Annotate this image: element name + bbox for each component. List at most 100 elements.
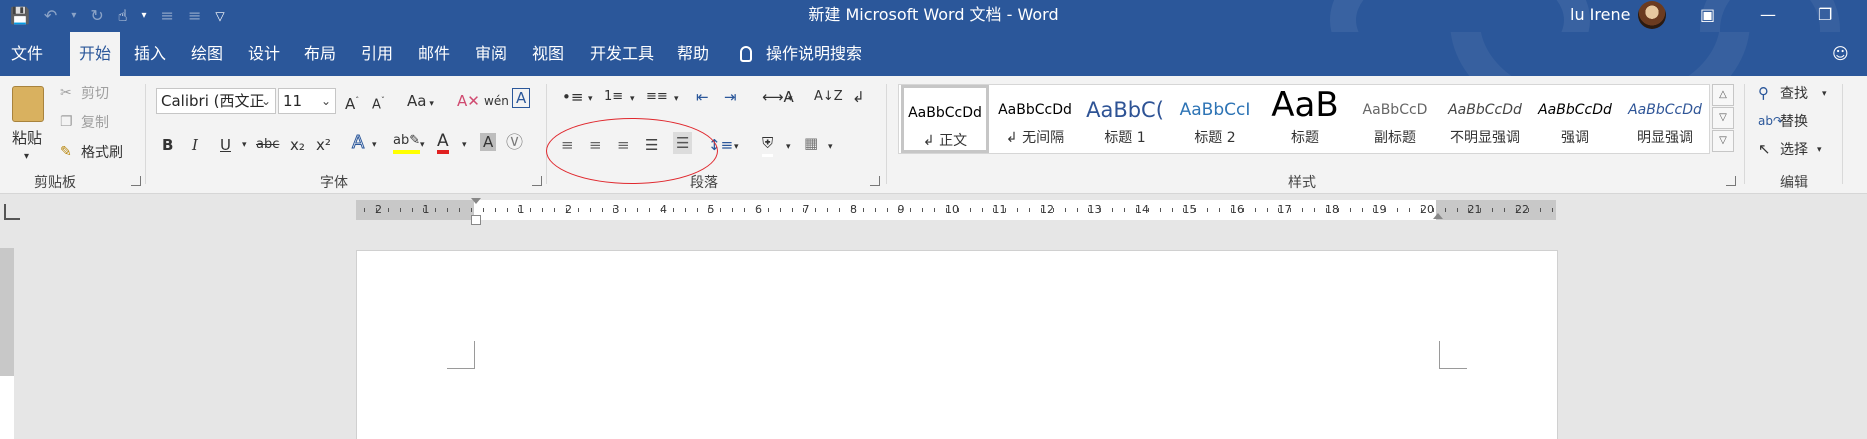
tab-mailings[interactable]: 邮件 <box>415 32 453 76</box>
document-page[interactable] <box>356 250 1558 439</box>
style-emphasis[interactable]: AaBbCcDd 强调 <box>1531 85 1619 153</box>
style-normal[interactable]: AaBbCcDd ↲ 正文 <box>901 85 989 153</box>
restore-icon[interactable]: ❐ <box>1818 4 1832 26</box>
right-indent-marker[interactable] <box>1433 213 1443 219</box>
style-subtle-emphasis[interactable]: AaBbCcDd 不明显强调 <box>1441 85 1529 153</box>
find-dropdown-icon[interactable]: ▾ <box>1822 83 1827 105</box>
shading-dropdown-icon[interactable]: ▾ <box>786 136 791 158</box>
tab-file[interactable]: 文件 <box>8 32 46 76</box>
style-no-spacing[interactable]: AaBbCcDd ↲ 无间隔 <box>991 85 1079 153</box>
ruler-tick <box>1337 208 1339 212</box>
underline-dropdown-icon[interactable]: ▾ <box>242 134 247 156</box>
scroll-down-icon[interactable]: ▽ <box>1712 107 1734 129</box>
clear-formatting-icon[interactable]: A✕ <box>457 90 480 112</box>
tell-me-search[interactable]: 操作说明搜索 <box>740 32 862 76</box>
sort-icon[interactable]: A↓Z <box>814 86 843 108</box>
search-icon[interactable]: ⚲ <box>1758 82 1769 104</box>
phonetic-guide-icon[interactable]: wén <box>484 90 509 112</box>
shading-icon[interactable]: ⛨ <box>762 132 774 157</box>
first-line-indent-marker[interactable] <box>471 198 481 204</box>
character-border-icon[interactable]: A <box>512 88 531 108</box>
bold-button[interactable]: B <box>162 134 173 156</box>
ribbon-display-options-icon[interactable]: ▣ <box>1700 4 1715 26</box>
grow-font-icon[interactable]: Aˆ <box>345 90 359 115</box>
font-color-dropdown-icon[interactable]: ▾ <box>462 134 467 156</box>
line-spacing-dropdown-icon[interactable]: ▾ <box>734 136 739 158</box>
subscript-button[interactable]: x₂ <box>290 134 305 156</box>
tab-selector[interactable] <box>4 204 20 220</box>
highlight-icon[interactable]: ab✎ <box>393 132 421 154</box>
left-indent-marker[interactable] <box>471 215 481 225</box>
tab-help[interactable]: 帮助 <box>674 32 712 76</box>
tab-draw[interactable]: 绘图 <box>188 32 226 76</box>
select-dropdown-icon[interactable]: ▾ <box>1817 139 1822 161</box>
user-name[interactable]: lu Irene <box>1570 4 1630 26</box>
tab-insert[interactable]: 插入 <box>131 32 169 76</box>
select-button[interactable]: 选择 <box>1780 141 1808 159</box>
style-heading-2[interactable]: AaBbCcI 标题 2 <box>1171 85 1259 153</box>
tab-design[interactable]: 设计 <box>245 32 283 76</box>
style-intense-emphasis[interactable]: AaBbCcDd 明显强调 <box>1621 85 1709 153</box>
show-marks-icon[interactable]: ↲ <box>852 86 865 108</box>
font-name-combo[interactable]: Calibri (西文正 ⌄ <box>156 88 276 114</box>
decrease-indent-icon[interactable]: ⇤ <box>696 86 709 108</box>
superscript-button[interactable]: x² <box>316 134 331 156</box>
replace-button[interactable]: 替换 <box>1780 113 1808 131</box>
text-effects-icon[interactable]: A <box>351 132 364 154</box>
tab-references[interactable]: 引用 <box>358 32 396 76</box>
share-button[interactable]: ☺ 共 <box>1832 32 1867 76</box>
text-effects-dropdown-icon[interactable]: ▾ <box>372 134 377 156</box>
style-heading-1[interactable]: AaBbC( 标题 1 <box>1081 85 1169 153</box>
borders-dropdown-icon[interactable]: ▾ <box>828 136 833 158</box>
copy-button[interactable]: 复制 <box>81 114 109 132</box>
format-painter-icon[interactable]: ✎ <box>60 143 72 161</box>
tab-review[interactable]: 审阅 <box>472 32 510 76</box>
multilevel-list-icon[interactable]: ≡≡ <box>646 86 668 108</box>
tab-developer[interactable]: 开发工具 <box>586 32 658 76</box>
style-subtitle[interactable]: AaBbCcD 副标题 <box>1351 85 1439 153</box>
character-shading-icon[interactable]: A <box>480 133 497 151</box>
find-button[interactable]: 查找 <box>1780 85 1808 103</box>
tab-view[interactable]: 视图 <box>529 32 567 76</box>
style-title[interactable]: AaB 标题 <box>1261 85 1349 153</box>
font-launcher-icon[interactable] <box>532 176 542 186</box>
italic-button[interactable]: I <box>192 134 198 156</box>
multilevel-dropdown-icon[interactable]: ▾ <box>674 88 679 110</box>
paste-dropdown-icon[interactable]: ▾ <box>24 148 29 166</box>
increase-indent-icon[interactable]: ⇥ <box>724 86 737 108</box>
scroll-up-icon[interactable]: △ <box>1712 84 1734 106</box>
avatar[interactable] <box>1638 1 1666 29</box>
ruler-tick <box>1444 208 1446 212</box>
borders-icon[interactable]: ▦ <box>804 132 818 154</box>
shrink-font-icon[interactable]: Aˇ <box>372 90 385 116</box>
horizontal-ruler[interactable]: 2 1 1 2 3 4 5 6 7 8 9 10 11 12 13 14 15 16 17 18 19 20 21 22 <box>356 200 1556 220</box>
paragraph-launcher-icon[interactable] <box>870 176 880 186</box>
format-painter-button[interactable]: 格式刷 <box>81 144 123 162</box>
select-icon[interactable]: ↖ <box>1758 138 1771 160</box>
more-styles-icon[interactable]: ▽ <box>1712 130 1734 152</box>
highlight-dropdown-icon[interactable]: ▾ <box>420 134 425 156</box>
strikethrough-button[interactable]: abc <box>256 134 279 156</box>
underline-button[interactable]: U <box>220 134 231 156</box>
paste-icon[interactable] <box>12 86 44 122</box>
paste-button[interactable]: 粘贴 <box>12 129 42 147</box>
minimize-icon[interactable]: — <box>1760 4 1776 26</box>
styles-launcher-icon[interactable] <box>1726 176 1736 186</box>
font-color-icon[interactable]: A <box>437 132 449 154</box>
clipboard-launcher-icon[interactable] <box>131 176 141 186</box>
enclose-characters-icon[interactable]: Ⓥ <box>506 132 523 154</box>
change-case-button[interactable]: Aa ▾ <box>407 90 434 115</box>
copy-icon[interactable]: ❐ <box>60 113 73 131</box>
cut-button[interactable]: 剪切 <box>81 85 109 103</box>
tab-layout[interactable]: 布局 <box>301 32 339 76</box>
bullets-dropdown-icon[interactable]: ▾ <box>588 88 593 110</box>
vertical-ruler[interactable] <box>0 248 14 439</box>
font-size-combo[interactable]: 11 ⌄ <box>278 88 336 114</box>
bullets-icon[interactable]: •≡ <box>562 86 583 108</box>
numbering-icon[interactable]: 1≡ <box>604 86 623 108</box>
ruler-tick <box>732 208 734 212</box>
tab-home[interactable]: 开始 <box>70 32 120 76</box>
cut-icon[interactable]: ✂ <box>60 84 72 102</box>
numbering-dropdown-icon[interactable]: ▾ <box>630 88 635 110</box>
chinese-layout-dropdown-icon[interactable]: ▾ <box>788 88 793 110</box>
